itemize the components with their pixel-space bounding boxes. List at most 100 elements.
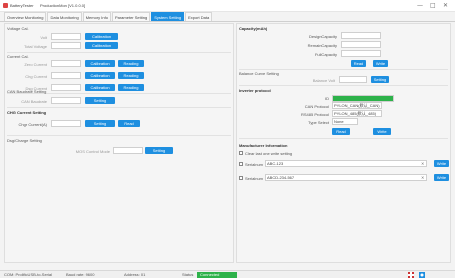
tab-parameter-setting[interactable]: Parameter Setting	[111, 12, 151, 21]
voltage-cal-title: Voltage Cal.	[7, 26, 29, 31]
balance-setting-button[interactable]: Setting	[371, 76, 389, 83]
inverter-protocol-title: Inverter protocol	[239, 88, 271, 93]
capacity-write-button[interactable]: Write	[373, 60, 388, 67]
serialnum-input-1[interactable]: ABC-123	[265, 160, 427, 167]
dsg-current-input[interactable]	[51, 84, 81, 91]
design-capacity-label: DesignCapacity	[308, 34, 337, 39]
can-baudrate-select[interactable]	[51, 97, 81, 104]
full-capacity-label: FullCapacity	[314, 52, 337, 57]
minimize-button[interactable]: —	[417, 2, 423, 10]
serialnum-checkbox-2[interactable]	[239, 176, 243, 180]
inverter-write-button[interactable]: Write	[373, 128, 391, 135]
window-title: BatteryTester	[10, 3, 34, 8]
type-select-label: Type Select	[308, 120, 329, 125]
close-button[interactable]: ✕	[443, 2, 448, 10]
address-info: Address: 01	[124, 272, 146, 277]
volt-label: Volt	[40, 35, 47, 40]
chg-current-setting-title: CHG Current Setting	[7, 110, 47, 115]
tab-overview[interactable]: Overview Monitoring	[4, 12, 47, 21]
status-badge: Connected	[197, 272, 237, 278]
zero-current-reading-button[interactable]: Reading	[118, 60, 144, 67]
design-capacity-input[interactable]	[341, 32, 381, 39]
serialnum-input-2[interactable]: ABCD-234-567	[265, 174, 427, 181]
volt-input[interactable]	[51, 33, 81, 40]
can-baudrate-title: CAN Baudrate Setting	[7, 89, 47, 94]
baud-rate-info: Baud rate: 9600	[66, 272, 95, 277]
divider	[239, 85, 448, 86]
chgr-current-setting-button[interactable]: Setting	[85, 120, 115, 127]
serialnum-write-button-2[interactable]: Write	[434, 174, 449, 181]
divider	[7, 52, 231, 53]
serialnum-label-1: Serialnum	[245, 162, 264, 167]
status-label: Status	[182, 272, 194, 277]
status-bar: COM: ProlificUSB-to-Serial Baud rate: 96…	[0, 270, 455, 278]
current-cal-title: Current Cal.	[7, 54, 29, 59]
serialnum-write-button-1[interactable]: Write	[434, 160, 449, 167]
settings-panel: Capacity(mAh) DesignCapacity RemainCapac…	[236, 23, 451, 263]
full-capacity-input[interactable]	[341, 50, 381, 57]
zero-current-input[interactable]	[51, 60, 81, 67]
total-voltage-input[interactable]	[51, 42, 81, 49]
com-port-info: COM: ProlificUSB-to-Serial	[4, 272, 53, 277]
remain-capacity-input[interactable]	[341, 41, 381, 48]
total-voltage-calibration-button[interactable]: Calibration	[85, 42, 118, 49]
capacity-read-button[interactable]: Read	[351, 60, 366, 67]
tab-memory-info[interactable]: Memory Info	[82, 12, 111, 21]
chg-current-input[interactable]	[51, 72, 81, 79]
remain-capacity-label: RemainCapacity	[307, 43, 337, 48]
progress-fill	[333, 96, 393, 101]
app-icon	[3, 3, 8, 8]
mos-control-label: MOS Control Mode	[75, 149, 110, 154]
zero-current-calibration-button[interactable]: Calibration	[85, 60, 115, 67]
clear-icon[interactable]: ✕	[421, 161, 424, 166]
tab-data-monitoring[interactable]: Data Monitoring	[47, 12, 82, 21]
serialnum-label-2: Serialnum	[245, 176, 264, 181]
dsg-current-calibration-button[interactable]: Calibration	[85, 84, 115, 91]
mos-control-select[interactable]	[113, 147, 143, 154]
chg-current-reading-button[interactable]: Reading	[118, 72, 144, 79]
chg-current-label: Chg Current	[25, 74, 47, 79]
dsg-charge-setting-title: Dsg/Charge Setting	[7, 138, 42, 143]
can-protocol-label: CAN Protocol	[304, 104, 329, 109]
rs485-protocol-label: RS485 Protocol	[300, 112, 329, 117]
chgr-current-label: Chgr Current(A)	[18, 122, 47, 127]
divider	[239, 138, 448, 139]
title-bar: BatteryTester ProductionMon [V1.0.0.0] —…	[0, 0, 455, 12]
type-select[interactable]: None	[332, 118, 358, 125]
divider	[7, 107, 231, 108]
can-baudrate-label: CAN Baudrate	[21, 99, 47, 104]
chg-current-calibration-button[interactable]: Calibration	[85, 72, 115, 79]
zero-current-label: Zero Current	[24, 62, 47, 67]
tab-export-data[interactable]: Export Data	[185, 12, 213, 21]
mos-control-setting-button[interactable]: Setting	[145, 147, 173, 154]
balance-volt-label: Balance Volt	[312, 78, 335, 83]
maximize-button[interactable]: □	[430, 2, 436, 10]
tab-divider	[0, 21, 455, 22]
dsg-current-reading-button[interactable]: Reading	[118, 84, 144, 91]
chgr-current-input[interactable]	[51, 120, 81, 127]
tab-system-setting[interactable]: System Setting	[151, 12, 185, 21]
inverter-id-label: ID	[325, 96, 329, 101]
inverter-read-button[interactable]: Read	[332, 128, 350, 135]
total-voltage-label: Total Voltage	[24, 44, 47, 49]
calibration-panel: Voltage Cal. Volt Calibration Total Volt…	[4, 23, 234, 263]
divider	[239, 69, 448, 70]
balance-curve-title: Balance Curve Setting	[239, 71, 279, 76]
serialnum-checkbox-1[interactable]	[239, 162, 243, 166]
flag-icon[interactable]	[408, 272, 414, 278]
clear-last-write-checkbox[interactable]	[239, 151, 243, 155]
rs485-protocol-select[interactable]: PYLON_485(默认_485)	[332, 110, 382, 117]
chgr-current-read-button[interactable]: Read	[118, 120, 140, 127]
manufacturer-info-title: Manufacturer Information	[239, 143, 288, 148]
language-icon[interactable]	[419, 272, 425, 278]
divider	[7, 135, 231, 136]
window-subtitle: ProductionMon [V1.0.0.0]	[40, 3, 86, 8]
can-protocol-select[interactable]: PYLON_CAN(默认_CAN)	[332, 102, 382, 109]
clear-last-write-label: Clear last one write setting	[245, 151, 293, 156]
can-baudrate-setting-button[interactable]: Setting	[85, 97, 115, 104]
volt-calibration-button[interactable]: Calibration	[85, 33, 118, 40]
balance-volt-select[interactable]	[339, 76, 367, 83]
tab-bar: Overview Monitoring Data Monitoring Memo…	[4, 12, 213, 21]
clear-icon[interactable]: ✕	[421, 175, 424, 180]
capacity-title: Capacity(mAh)	[239, 26, 268, 31]
